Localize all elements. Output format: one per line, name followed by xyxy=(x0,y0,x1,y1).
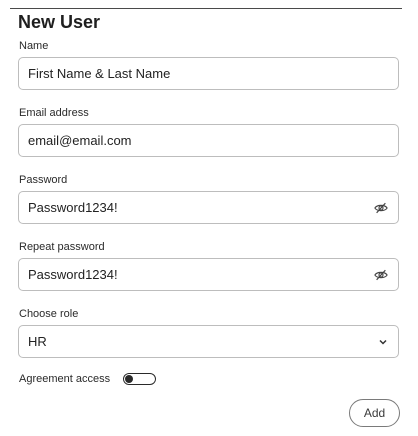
name-value: First Name & Last Name xyxy=(28,66,171,81)
chevron-down-icon xyxy=(376,335,390,349)
password-label: Password xyxy=(19,174,68,186)
name-field[interactable]: First Name & Last Name xyxy=(18,57,399,90)
add-button[interactable]: Add xyxy=(349,399,400,427)
role-label: Choose role xyxy=(19,308,79,320)
password-value: Password1234! xyxy=(28,200,118,215)
form-title: New User xyxy=(18,12,101,32)
email-value: email@email.com xyxy=(28,133,132,148)
repeat-password-label: Repeat password xyxy=(19,241,105,253)
repeat-password-value: Password1234! xyxy=(28,267,118,282)
agreement-toggle[interactable] xyxy=(123,373,156,385)
role-select[interactable]: HR xyxy=(18,325,399,358)
name-label: Name xyxy=(19,40,49,52)
repeat-password-field[interactable]: Password1234! xyxy=(18,258,399,291)
toggle-knob xyxy=(125,374,133,383)
email-label: Email address xyxy=(19,107,89,119)
eye-off-icon[interactable] xyxy=(373,267,389,283)
agreement-label: Agreement access xyxy=(19,373,111,385)
email-field[interactable]: email@email.com xyxy=(18,124,399,157)
password-field[interactable]: Password1234! xyxy=(18,191,399,224)
top-divider xyxy=(10,8,402,9)
role-value: HR xyxy=(28,334,47,349)
eye-off-icon[interactable] xyxy=(373,200,389,216)
